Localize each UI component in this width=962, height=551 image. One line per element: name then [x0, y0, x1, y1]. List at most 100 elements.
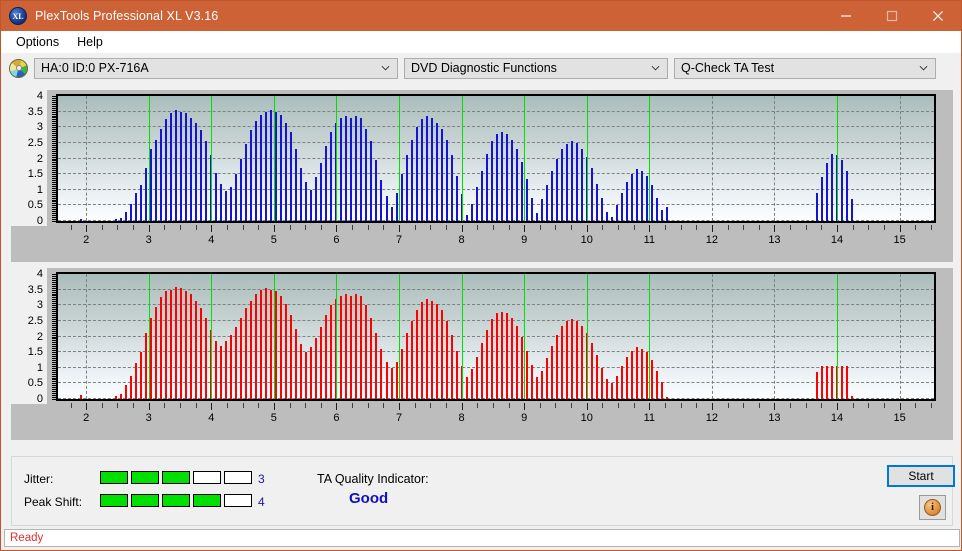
x-axis-minor-tick — [555, 403, 557, 408]
chart-bar — [130, 203, 133, 221]
x-axis-minor-tick — [508, 225, 510, 230]
x-axis-major-tick — [774, 403, 776, 410]
zone-marker-line — [336, 96, 338, 221]
x-axis-minor-tick — [571, 403, 573, 408]
chart-bar — [365, 305, 368, 399]
drive-select-value: HA:0 ID:0 PX-716A — [41, 61, 149, 75]
start-button[interactable]: Start — [887, 465, 955, 487]
chart-bar — [485, 153, 488, 221]
chart-bar — [340, 295, 343, 399]
chart-bar — [565, 144, 568, 221]
x-axis-minor-tick — [180, 403, 181, 408]
chart-bar — [160, 128, 163, 221]
chart-bar — [355, 116, 358, 221]
chart-bar — [500, 311, 503, 399]
y-axis-tick-label: 0.5 — [27, 199, 43, 212]
x-axis-major-tick — [86, 225, 88, 232]
chart-bar — [250, 300, 253, 399]
x-axis-minor-tick — [226, 225, 228, 230]
zone-marker-line — [461, 274, 463, 399]
x-axis-tick-label: 12 — [705, 412, 718, 424]
peak-shift-chart-x-axis: 2 3 4 5 6 7 8 9 10 11 12 13 14 15 — [56, 412, 936, 428]
x-axis-minor-tick — [414, 403, 416, 408]
chart-bar — [115, 218, 118, 221]
chart-bar — [245, 308, 248, 399]
chart-bar — [831, 366, 833, 399]
x-axis-tick-label: 2 — [83, 234, 90, 246]
x-axis-major-tick — [211, 403, 213, 410]
minimize-icon[interactable] — [823, 1, 869, 31]
x-axis-minor-tick — [383, 403, 385, 408]
y-axis-tick-label: 2.5 — [27, 136, 43, 149]
chart-bar — [215, 341, 218, 399]
chart-bar — [120, 217, 123, 221]
x-axis-minor-tick — [445, 225, 447, 230]
chart-bar — [445, 139, 448, 221]
test-select[interactable]: Q-Check TA Test — [674, 57, 936, 79]
zone-marker-line — [273, 96, 275, 221]
menu-item-help[interactable]: Help — [68, 33, 112, 51]
close-icon[interactable] — [915, 1, 961, 31]
y-axis-tick-label: 2 — [36, 152, 43, 165]
x-axis-minor-tick — [320, 403, 322, 408]
menu-item-options[interactable]: Options — [7, 33, 68, 51]
x-axis-minor-tick — [680, 403, 682, 408]
x-axis-minor-tick — [883, 403, 885, 408]
drive-select[interactable]: HA:0 ID:0 PX-716A — [34, 57, 398, 79]
x-axis-tick-label: 11 — [643, 234, 656, 246]
chart-bar — [395, 361, 398, 399]
chart-bar — [280, 295, 283, 399]
chart-bar — [145, 333, 148, 399]
chart-bar — [220, 345, 223, 399]
ta-quality-label: TA Quality Indicator: — [317, 472, 429, 486]
x-axis-tick-label: 10 — [580, 412, 593, 424]
x-axis-minor-tick — [680, 225, 682, 230]
maximize-icon[interactable] — [869, 1, 915, 31]
chart-bar — [841, 160, 844, 221]
x-axis-minor-tick — [633, 403, 635, 408]
meter-segment — [162, 471, 190, 484]
x-axis-tick-label: 13 — [768, 234, 781, 246]
chart-bar — [160, 297, 163, 399]
x-axis-tick-label: 9 — [521, 234, 528, 246]
app-logo-icon: XL — [9, 7, 27, 25]
x-axis-tick-label: 4 — [208, 412, 215, 424]
x-axis-minor-tick — [477, 403, 479, 408]
x-axis-major-tick — [148, 403, 150, 410]
x-axis-tick-label: 7 — [395, 412, 403, 424]
x-axis-minor-tick — [758, 225, 760, 230]
y-axis-tick-label: 1 — [36, 361, 43, 374]
x-axis-minor-tick — [805, 403, 807, 408]
x-axis-minor-tick — [477, 225, 479, 230]
y-axis-tick-label: 3 — [36, 299, 43, 312]
chart-bar — [590, 167, 593, 221]
function-select[interactable]: DVD Diagnostic Functions — [404, 57, 668, 79]
chart-bar — [620, 192, 623, 221]
chart-bar — [455, 350, 458, 399]
jitter-chart-plot — [56, 94, 936, 223]
chart-bar — [490, 319, 493, 399]
chart-bar — [415, 127, 418, 221]
peak-shift-chart-panel: 0 0.5 1 1.5 2 2.5 3 3.5 4 2 3 4 5 6 7 8 9 10 11 12 13 14 15 — [11, 268, 953, 440]
x-axis-major-tick — [399, 403, 400, 410]
chart-bar — [190, 117, 193, 221]
chart-bar — [535, 213, 538, 221]
chart-bar — [200, 130, 203, 221]
chart-bar — [831, 153, 833, 221]
chart-bar — [445, 320, 448, 399]
chart-bar — [330, 305, 333, 399]
chart-bar — [575, 142, 578, 221]
y-axis-tick-label: 0 — [36, 215, 43, 227]
window-controls — [823, 1, 961, 31]
gridline-vertical — [774, 274, 776, 399]
chart-bar — [395, 192, 398, 221]
x-axis-minor-tick — [70, 225, 72, 230]
meter-segment — [162, 494, 190, 507]
window-title: PlexTools Professional XL V3.16 — [35, 9, 219, 23]
chart-bar — [350, 117, 353, 221]
x-axis-minor-tick — [664, 225, 666, 230]
x-axis-major-tick — [524, 225, 526, 232]
info-button[interactable]: i — [919, 495, 946, 520]
chart-bar — [625, 356, 628, 399]
ta-quality-value: Good — [349, 490, 389, 507]
